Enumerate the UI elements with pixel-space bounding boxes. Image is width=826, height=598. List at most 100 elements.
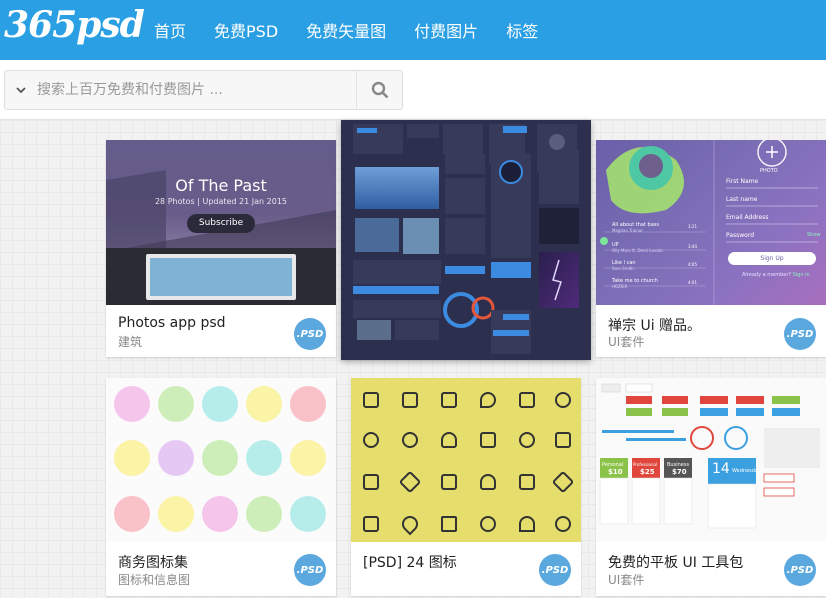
resource-card-hover[interactable] [341, 120, 591, 360]
mail-icon [114, 440, 150, 476]
card-category[interactable]: 建筑 [118, 333, 142, 350]
icon-circle [114, 386, 150, 422]
nav-free-psd[interactable]: 免费PSD [214, 18, 278, 42]
card-title[interactable]: Photos app psd [118, 315, 226, 331]
user-icon [441, 432, 457, 448]
search-input[interactable] [37, 71, 356, 109]
nav-free-vectors[interactable]: 免费矢量图 [306, 18, 386, 42]
card-thumbnail [351, 378, 581, 542]
thumb-meta: 28 Photos | Updated 21 Jan 2015 [154, 197, 288, 206]
psd-badge-icon: .PSD [784, 318, 816, 350]
track-artist: Olly Murs ft. Demi Lovato [612, 248, 663, 253]
calendar-date: 14 [712, 461, 730, 477]
icon-circle [202, 386, 238, 422]
link-icon [519, 432, 535, 448]
thumb-show: Show [807, 232, 821, 238]
mouse-icon [363, 432, 379, 448]
thumb-already: Already a member? [742, 272, 792, 278]
heart-icon [398, 512, 422, 536]
icon-circle [290, 440, 326, 476]
search-button[interactable] [356, 71, 402, 109]
cloud-icon [480, 474, 496, 490]
psd-badge-icon: .PSD [294, 554, 326, 586]
list-icon [246, 496, 282, 532]
resource-card[interactable]: Of The Past 28 Photos | Updated 21 Jan 2… [106, 140, 336, 357]
resource-card[interactable]: 商务图标集 图标和信息图 .PSD [106, 378, 336, 596]
download-icon [202, 496, 238, 532]
psd-badge-icon: .PSD [539, 554, 571, 586]
pie-chart-icon [202, 440, 238, 476]
card-category[interactable]: UI套件 [608, 571, 644, 588]
card-thumbnail: Of The Past 28 Photos | Updated 21 Jan 2… [106, 140, 336, 305]
thumb-signup-button: Sign Up [728, 252, 816, 265]
chat-bubble-icon [480, 516, 496, 532]
chevron-down-icon[interactable] [5, 83, 37, 97]
card-thumbnail: PHOTO First Name Last name Email Address… [596, 140, 826, 305]
document-icon [441, 392, 457, 408]
nav-home[interactable]: 首页 [154, 18, 186, 42]
thumb-heading: Of The Past [175, 176, 267, 195]
card-title[interactable]: 商务图标集 [118, 552, 188, 572]
icon-circle [290, 386, 326, 422]
thumb-subscribe-button: Subscribe [187, 214, 255, 233]
search-bar [0, 60, 826, 120]
newspaper-icon [519, 474, 535, 490]
calculator-icon [363, 392, 379, 408]
track-duration: 4:01 [688, 280, 697, 285]
card-title[interactable]: 禅宗 Ui 赠品。 [608, 315, 701, 335]
phone-icon [480, 432, 496, 448]
thumb-email: Email Address [726, 214, 769, 221]
calendar-weekday: Wednesday [732, 468, 761, 474]
price-plan-name: Professional [633, 462, 658, 467]
price-plan-value: $10 [608, 468, 623, 476]
edit-icon [246, 440, 282, 476]
track-duration: 4:05 [688, 262, 697, 267]
resource-card[interactable]: [PSD] 24 图标 .PSD [351, 378, 581, 596]
calendar-icon [246, 386, 282, 422]
thumb-password: Password [726, 232, 755, 239]
track-duration: 3:44 [688, 244, 697, 249]
tools-icon [158, 496, 194, 532]
page-icon [363, 474, 379, 490]
track-duration: 3:21 [688, 224, 697, 229]
nav-paid-images[interactable]: 付费图片 [414, 18, 478, 42]
card-thumbnail [106, 378, 336, 542]
card-thumbnail [341, 120, 591, 360]
bell-icon [519, 516, 535, 532]
map-pin-icon [480, 392, 496, 408]
card-thumbnail: Personal $10 Professional $25 Business $… [596, 378, 826, 542]
card-title[interactable]: 免费的平板 UI 工具包 [608, 552, 743, 572]
paw-icon [555, 516, 571, 532]
psd-badge-icon: .PSD [294, 318, 326, 350]
nav-tags[interactable]: 标签 [506, 18, 538, 42]
main-nav: 首页 免费PSD 免费矢量图 付费图片 标签 [140, 0, 552, 60]
search-icon [555, 392, 571, 408]
resource-card[interactable]: PHOTO First Name Last name Email Address… [596, 140, 826, 357]
card-category[interactable]: 图标和信息图 [118, 571, 190, 588]
briefcase-icon [363, 516, 379, 532]
icon-circle [290, 496, 326, 532]
pencil-icon [398, 470, 422, 494]
search-box [4, 70, 403, 110]
users-icon [158, 440, 194, 476]
resource-card[interactable]: Personal $10 Professional $25 Business $… [596, 378, 826, 596]
lock-icon [402, 392, 418, 408]
card-category[interactable]: UI套件 [608, 333, 644, 350]
price-plan-value: $70 [672, 468, 687, 476]
thumb-last-name: Last name [726, 196, 758, 203]
trash-icon [519, 392, 535, 408]
wrench-icon [551, 470, 575, 494]
psd-badge-icon: .PSD [784, 554, 816, 586]
icon-circle [114, 496, 150, 532]
thumb-first-name: First Name [726, 178, 759, 185]
track-artist: Sam Smith [612, 266, 634, 271]
search-icon [371, 81, 388, 99]
icon-circle [158, 386, 194, 422]
track-artist: Meghan Trainor [612, 228, 643, 233]
laptop-icon [441, 474, 457, 490]
card-title[interactable]: [PSD] 24 图标 [363, 552, 457, 572]
track-artist: HOZIER [612, 284, 628, 289]
thumb-signin: Sign in [792, 272, 810, 278]
price-plan-value: $25 [640, 468, 655, 476]
site-logo[interactable]: 365psd [4, 4, 145, 46]
